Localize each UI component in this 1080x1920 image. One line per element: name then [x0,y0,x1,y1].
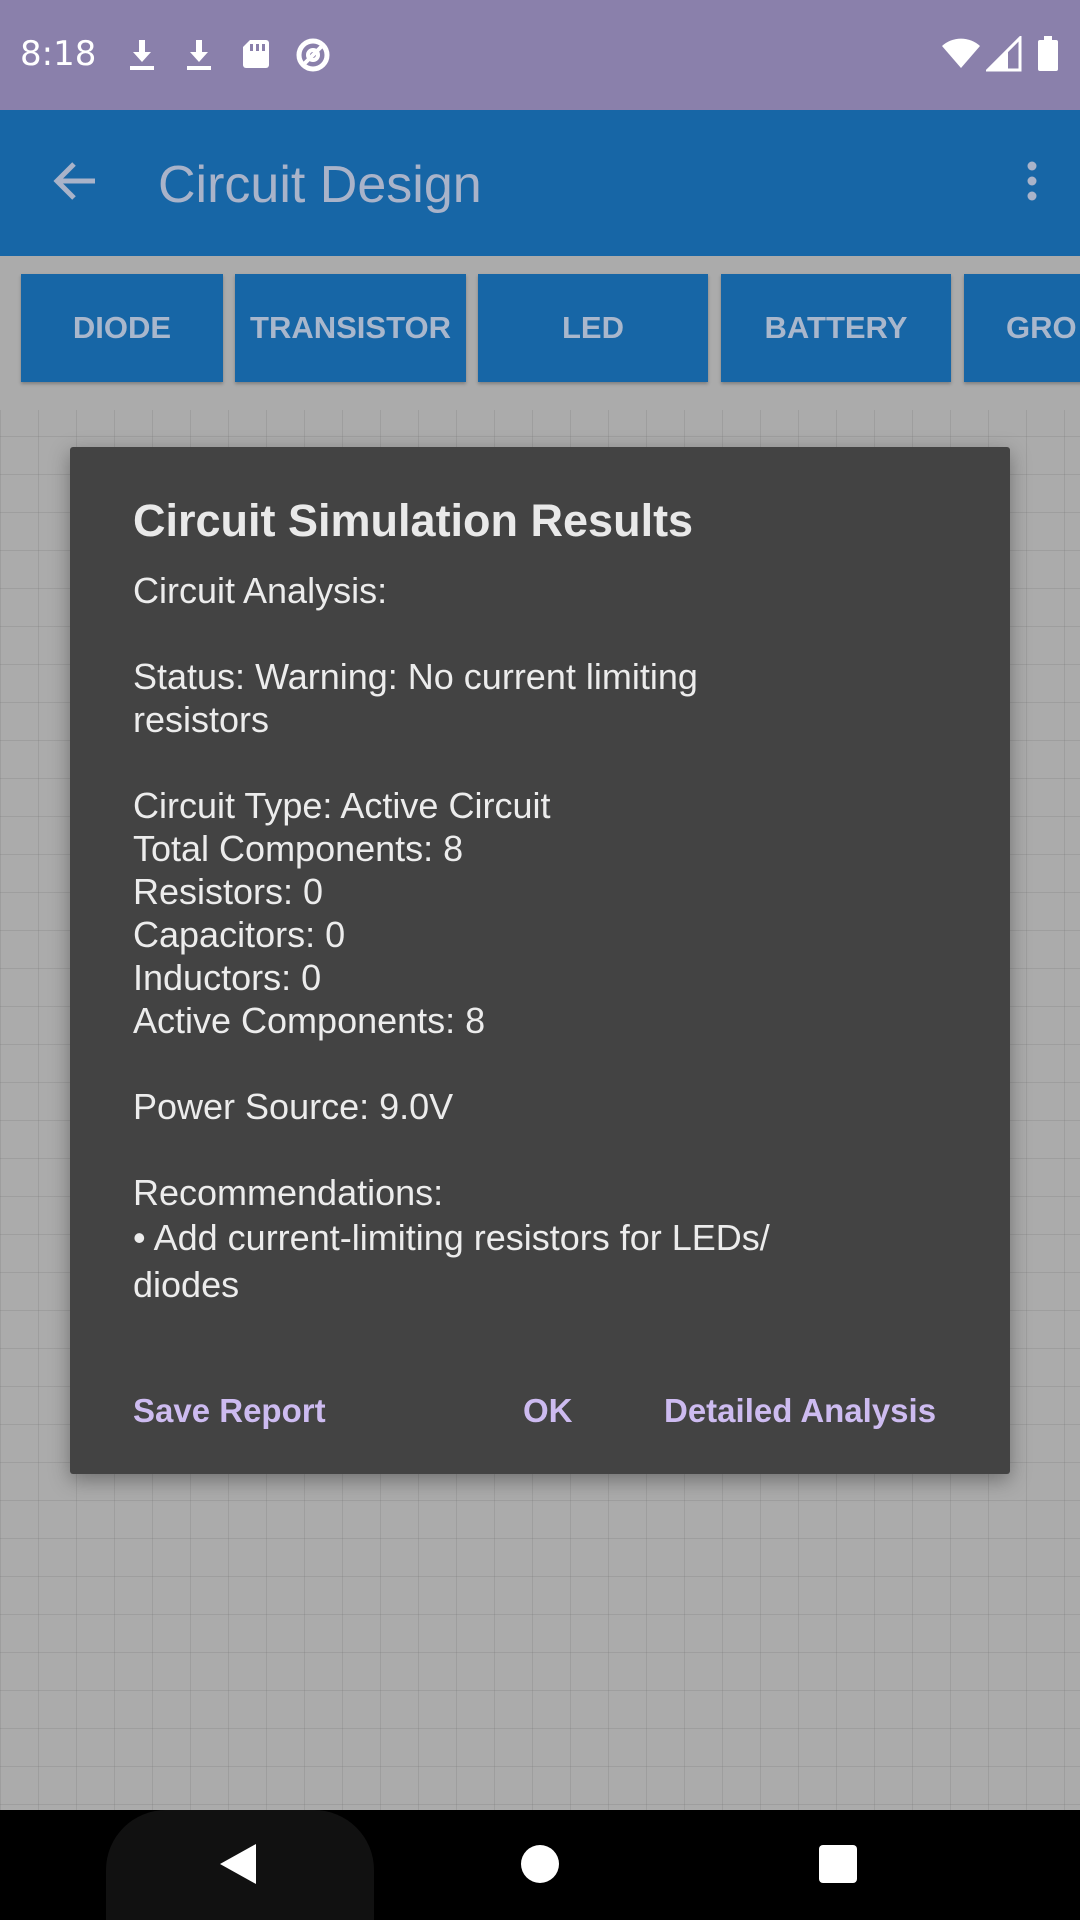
more-options-button[interactable] [1002,148,1062,218]
diode-button[interactable]: DIODE [21,274,223,382]
signal-icon [984,34,1022,72]
inductors-count: Inductors: 0 [133,957,322,998]
page-title: Circuit Design [158,156,482,214]
recommendation-item-continued: diodes [133,1264,240,1305]
total-components: Total Components: 8 [133,828,464,869]
battery-icon [1036,36,1060,72]
status-time: 8:18 [20,34,97,74]
dialog-actions: Save Report OK Detailed Analysis [70,1392,1010,1452]
back-button[interactable] [40,148,110,218]
recommendation-item: • Add current-limiting resistors for LED… [133,1217,770,1258]
detailed-analysis-button[interactable]: Detailed Analysis [664,1392,936,1430]
status-text: Status: Warning: No current limiting [133,656,698,697]
nav-back-button[interactable] [206,1834,270,1898]
dialog-title: Circuit Simulation Results [133,495,694,546]
resistors-count: Resistors: 0 [133,871,324,912]
capacitors-count: Capacitors: 0 [133,914,346,955]
square-recents-icon [818,1844,858,1889]
nav-home-button[interactable] [508,1834,572,1898]
triangle-back-icon [216,1841,260,1892]
more-vert-icon [1026,161,1038,206]
wifi-icon [940,36,982,72]
circle-home-icon [520,1844,560,1889]
simulation-results-dialog: Circuit Simulation Results Circuit Analy… [70,447,1010,1474]
download-icon [124,36,160,72]
circuit-type: Circuit Type: Active Circuit [133,785,551,826]
dialog-message: Circuit Analysis: Status: Warning: No cu… [133,569,953,1308]
status-bar: 8:18 [0,0,1080,110]
led-button[interactable]: LED [478,274,708,382]
battery-button[interactable]: BATTERY [721,274,951,382]
nav-recents-button[interactable] [806,1834,870,1898]
component-toolbar: DIODE TRANSISTOR LED BATTERY GRO [0,256,1080,410]
data-saver-icon [294,36,330,72]
analysis-heading: Circuit Analysis: [133,570,388,611]
arrow-back-icon [52,161,98,206]
sd-card-icon [238,36,274,72]
navigation-bar [0,1810,1080,1920]
ok-button[interactable]: OK [523,1392,573,1430]
app-bar: Circuit Design [0,110,1080,256]
recommendations-heading: Recommendations: [133,1172,444,1213]
download-icon [181,36,217,72]
transistor-button[interactable]: TRANSISTOR [235,274,466,382]
power-source: Power Source: 9.0V [133,1086,454,1127]
screen: 8:18 Circuit Design DIODE TRANSISTOR LED… [0,0,1080,1920]
save-report-button[interactable]: Save Report [133,1392,326,1430]
status-text-continued: resistors [133,699,270,740]
active-components-count: Active Components: 8 [133,1000,486,1041]
ground-button[interactable]: GRO [964,274,1080,382]
